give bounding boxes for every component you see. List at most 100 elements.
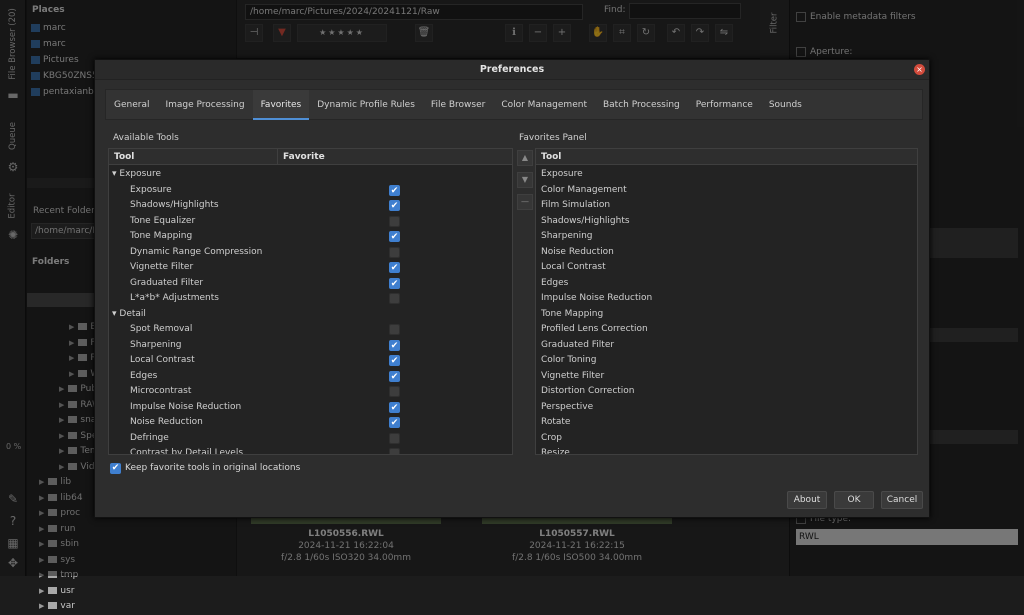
tool-label: Edges [130,370,158,381]
favorite-checkbox[interactable]: ✔ [389,277,400,289]
available-tools-label: Available Tools [113,133,179,143]
keep-original-label: Keep favorite tools in original location… [125,463,301,473]
tool-label: Graduated Filter [130,277,204,288]
tab-color-management[interactable]: Color Management [493,90,595,120]
tool-row: Noise Reduction ✔ [109,415,512,431]
folder-icon [48,586,58,594]
tool-label: Dynamic Range Compression [130,246,263,257]
favorite-row[interactable]: Shadows/Highlights [536,214,917,230]
col-favorite-header[interactable]: Favorite [278,149,512,165]
tool-label: Microcontrast [130,386,192,396]
favorite-checkbox[interactable]: ✔ [389,401,400,413]
tab-performance[interactable]: Performance [688,90,761,120]
tab-batch-processing[interactable]: Batch Processing [595,90,688,120]
tool-row: Tone Mapping ✔ [109,229,512,245]
tool-row: Microcontrast [109,384,512,400]
chevron-right-icon[interactable]: ▶ [39,602,44,610]
favorite-row[interactable]: Impulse Noise Reduction [536,291,917,307]
tool-label: Noise Reduction [130,417,203,427]
available-tools-list: Tool Favorite ▾ Exposure Exposure ✔ Shadows… [108,148,513,455]
favorite-row[interactable]: Tone Mapping [536,307,917,323]
tool-label: Tone Mapping [130,231,193,241]
tool-row: Local Contrast ✔ [109,353,512,369]
favorite-row[interactable]: Exposure [536,167,917,183]
tool-group-row[interactable]: ▾ Detail [109,307,146,323]
favorite-row[interactable]: Crop [536,431,917,447]
favorite-row[interactable]: Rotate [536,415,917,431]
favorite-checkbox[interactable] [389,293,400,304]
favorite-checkbox[interactable] [389,246,400,258]
preferences-tabs: General Image Processing Favorites Dynamic … [105,89,923,120]
favorite-row[interactable]: Edges [536,276,917,292]
tree-item-label: usr [60,585,75,596]
favorite-checkbox[interactable] [389,432,400,444]
favorite-row[interactable]: Color Management [536,183,917,199]
about-button[interactable]: About [787,491,827,509]
move-down-button[interactable]: ▼ [517,172,533,188]
folder-icon [48,602,58,609]
favorite-checkbox[interactable] [389,324,400,335]
tool-row: Edges ✔ [109,369,512,385]
tool-label: Sharpening [130,339,182,350]
tab-dynamic-profile-rules[interactable]: Dynamic Profile Rules [309,90,423,120]
favorite-row[interactable]: Distortion Correction [536,384,917,400]
preferences-dialog: Preferences × General Image Processing Fav… [94,59,930,518]
tab-file-browser[interactable]: File Browser [423,90,493,120]
tool-group-row[interactable]: ▾ Exposure [109,167,161,183]
remove-button[interactable]: — [517,194,533,210]
favorite-checkbox[interactable]: ✔ [389,200,400,211]
favorite-checkbox[interactable]: ✔ [389,262,400,273]
col-tool-header[interactable]: Tool [109,149,278,165]
favorite-checkbox[interactable]: ✔ [389,370,400,382]
favorite-row[interactable]: Color Toning [536,353,917,369]
favorite-row[interactable]: Vignette Filter [536,369,917,385]
tab-sounds[interactable]: Sounds [761,90,810,120]
favorite-checkbox[interactable]: ✔ [389,184,400,196]
favorite-checkbox[interactable]: ✔ [389,417,400,428]
favorite-checkbox[interactable]: ✔ [389,355,400,366]
tool-label: Spot Removal [130,324,193,334]
tool-row: Tone Equalizer [109,214,512,230]
tree-item-label: var [60,601,75,611]
favorite-checkbox[interactable]: ✔ [389,231,400,242]
tool-label: Defringe [130,432,169,443]
move-up-button[interactable]: ▲ [517,150,533,166]
tool-label: Vignette Filter [130,262,194,272]
tool-row: Dynamic Range Compression [109,245,512,261]
tool-label: Shadows/Highlights [130,200,219,210]
tree-item[interactable]: ▶ var [37,599,237,615]
tool-label: Impulse Noise Reduction [130,401,242,412]
cancel-button[interactable]: Cancel [881,491,923,509]
tool-label: Exposure [130,184,172,195]
favorite-row[interactable]: Noise Reduction [536,245,917,261]
favorite-checkbox[interactable] [389,386,400,397]
ok-button[interactable]: OK [834,491,874,509]
favorite-row[interactable]: Film Simulation [536,198,917,214]
tool-row: Vignette Filter ✔ [109,260,512,276]
tab-general[interactable]: General [106,90,157,120]
tool-row: Sharpening ✔ [109,338,512,354]
fav-col-tool-header[interactable]: Tool [536,149,917,165]
favorite-row[interactable]: Profiled Lens Correction [536,322,917,338]
favorite-row[interactable]: Local Contrast [536,260,917,276]
tool-row: L*a*b* Adjustments [109,291,512,307]
tab-image-processing[interactable]: Image Processing [157,90,252,120]
tool-label: Contrast by Detail Levels [130,448,244,455]
favorite-row[interactable]: Perspective [536,400,917,416]
tab-favorites[interactable]: Favorites [252,89,310,120]
favorite-checkbox[interactable]: ✔ [389,339,400,351]
favorite-row[interactable]: Sharpening [536,229,917,245]
favorite-checkbox[interactable] [389,448,400,454]
favorite-checkbox[interactable] [389,215,400,227]
close-icon[interactable]: × [914,64,925,75]
tool-row: Exposure ✔ [109,183,512,199]
tool-group-label: Detail [119,308,146,319]
tree-item[interactable]: ▶ usr [37,584,237,600]
favorite-row[interactable]: Resize [536,446,917,454]
tool-row: Contrast by Detail Levels [109,446,512,455]
tool-row: Impulse Noise Reduction ✔ [109,400,512,416]
tool-row: Graduated Filter ✔ [109,276,512,292]
chevron-right-icon[interactable]: ▶ [39,587,44,595]
favorite-row[interactable]: Graduated Filter [536,338,917,354]
keep-original-checkbox[interactable]: ✔ [110,463,121,474]
